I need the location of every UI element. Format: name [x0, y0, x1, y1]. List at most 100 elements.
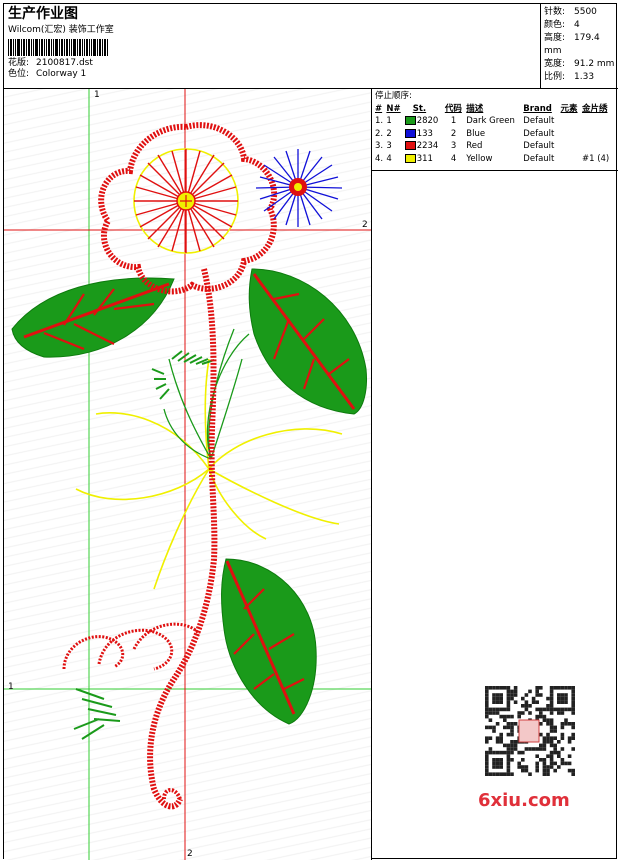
small-green-leaves: [73, 350, 215, 740]
color-swatch: [404, 153, 416, 163]
qr-module: [553, 747, 557, 751]
qr-module: [542, 761, 547, 766]
leaf-lower: [221, 558, 317, 725]
qr-module: [549, 761, 554, 766]
qr-module: [564, 700, 568, 704]
qr-module: [557, 740, 561, 744]
qr-module: [567, 736, 572, 740]
thread-code: 2820: [416, 116, 439, 126]
qr-module: [553, 707, 557, 712]
col-header-sequin: 金片绣: [581, 104, 608, 114]
stats-panel: 针数: 5500 颜色: 4 高度: 179.4 mm 宽度: 91.2 mm 比例: 1…: [541, 4, 618, 89]
row-code2: 2: [450, 128, 457, 139]
qr-module: [535, 707, 539, 712]
qr-module: [546, 754, 550, 758]
qr-module: [564, 686, 568, 690]
qr-module: [557, 686, 561, 690]
qr-module: [485, 686, 489, 690]
qr-module: [517, 761, 521, 766]
qr-module: [524, 707, 529, 712]
qr-module: [542, 718, 547, 722]
colorway-label: 色位:: [8, 69, 30, 79]
red-curl-leaves: [62, 622, 201, 671]
qr-module: [535, 693, 539, 697]
qr-module: [567, 761, 572, 766]
row-desc: Yellow: [466, 153, 493, 164]
qr-module: [495, 740, 500, 744]
qr-module: [506, 754, 511, 758]
qr-module: [549, 711, 554, 715]
qr-module: [488, 707, 493, 712]
qr-module: [524, 693, 529, 697]
qr-module: [549, 722, 554, 726]
color-swatch: [404, 141, 416, 150]
qr-module: [485, 693, 489, 697]
qr-module: [506, 686, 511, 690]
row-n: 3: [386, 141, 392, 151]
thread-code: 2234: [416, 141, 439, 151]
color-swatch: [404, 116, 416, 125]
qr-module: [571, 693, 575, 697]
qr-module: [546, 772, 550, 776]
qr-module: [549, 743, 554, 748]
row-swatch-code: 2234: [404, 140, 445, 153]
qr-module: [506, 714, 511, 719]
qr-module: [528, 747, 532, 751]
qr-module: [499, 758, 503, 762]
stop-sequence-row: 3. 3 2234 3 Red Default: [375, 140, 615, 153]
qr-module: [499, 714, 503, 719]
qr-module: [506, 696, 511, 701]
qr-module: [510, 725, 514, 730]
qr-module: [499, 765, 503, 769]
qr-module: [488, 750, 493, 755]
col-header-num: #: [375, 104, 383, 114]
embroidery-design-canvas[interactable]: [4, 89, 372, 860]
qr-module: [539, 693, 543, 697]
qr-module: [542, 714, 547, 719]
qr-module: [553, 725, 557, 730]
qr-module: [553, 729, 557, 733]
qr-module: [506, 707, 511, 712]
qr-module: [499, 696, 503, 701]
qr-module: [571, 704, 575, 708]
qr-module: [488, 686, 493, 690]
qr-module: [549, 704, 554, 708]
qr-module: [510, 747, 514, 751]
qr-module: [571, 707, 575, 712]
qr-module: [521, 711, 525, 715]
qr-module: [510, 689, 514, 694]
qr-module: [567, 707, 572, 712]
qr-module: [513, 693, 518, 697]
qr-module: [549, 693, 554, 697]
qr-module: [564, 718, 568, 722]
qr-module: [506, 732, 511, 737]
qr-module: [517, 714, 521, 719]
qr-module: [539, 707, 543, 712]
qr-module: [506, 722, 511, 726]
qr-module: [560, 725, 565, 730]
qr-module: [492, 761, 496, 766]
qr-module: [485, 736, 489, 740]
col-header-element: 元素: [560, 104, 578, 114]
qr-module: [524, 704, 529, 708]
design-label: 花版:: [8, 58, 30, 68]
qr-module: [553, 743, 557, 748]
qr-module: [546, 718, 550, 722]
qr-module: [499, 686, 503, 690]
stop-sequence-panel: 停止顺序: # N# St. 代码 描述 Brand 元素 金片绣 1. 1 282…: [372, 89, 618, 171]
qr-module: [503, 714, 507, 719]
row-swatch-code: 2820: [404, 115, 445, 128]
row-elem: [561, 153, 582, 166]
row-swatch-code: 311: [404, 153, 445, 166]
qr-module: [567, 740, 572, 744]
qr-module: [492, 765, 496, 769]
qr-module: [553, 761, 557, 766]
qr-module: [549, 686, 554, 690]
qr-module: [485, 740, 489, 744]
qr-module: [488, 725, 493, 730]
stat-scale: 比例: 1.33: [544, 72, 595, 82]
qr-module: [513, 700, 518, 704]
qr-module: [488, 747, 493, 751]
qr-module: [546, 696, 550, 701]
qr-module: [549, 718, 554, 722]
